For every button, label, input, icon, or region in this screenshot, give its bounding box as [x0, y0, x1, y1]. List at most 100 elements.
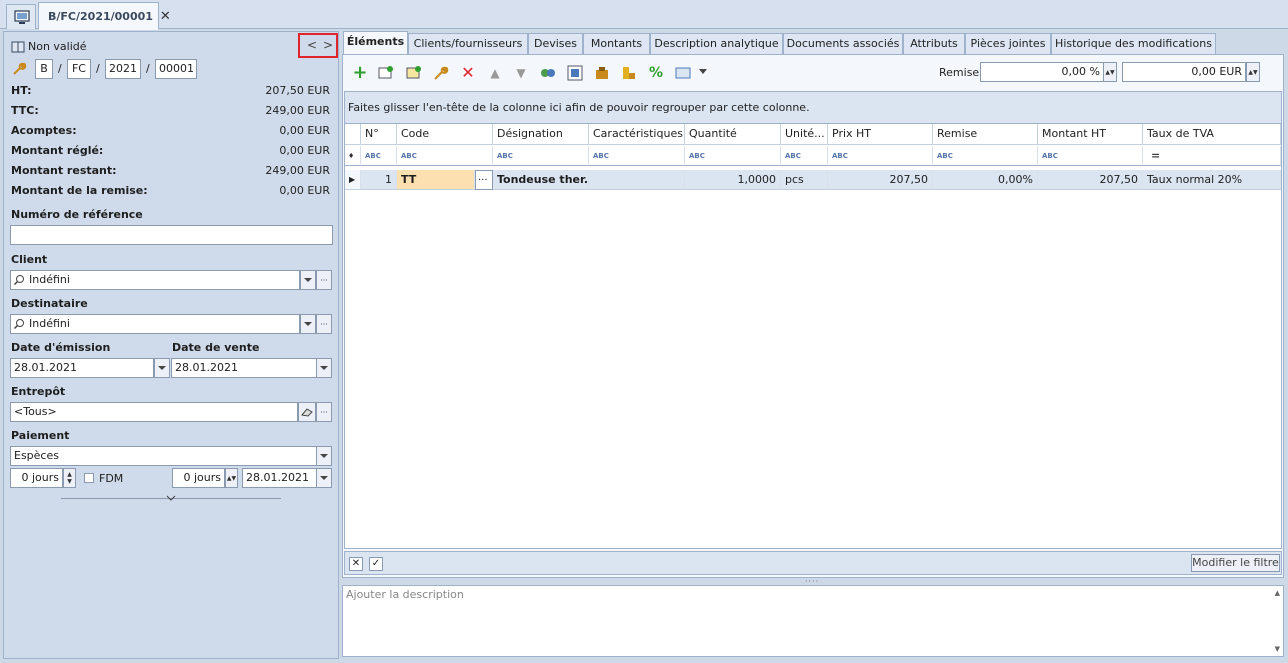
- due-date-dropdown[interactable]: [316, 468, 332, 488]
- client-combo[interactable]: Indéfini: [10, 270, 300, 290]
- wrench-icon[interactable]: [11, 61, 27, 77]
- due-days-spinner[interactable]: ▲▼: [225, 468, 238, 488]
- column-header-amount[interactable]: Montant HT: [1038, 124, 1143, 145]
- description-area[interactable]: Ajouter la description ▲ ▼: [342, 585, 1284, 657]
- row-unit[interactable]: pcs: [781, 170, 828, 190]
- filter-vat[interactable]: =: [1143, 146, 1281, 166]
- client-more-button[interactable]: ···: [316, 270, 332, 290]
- column-header-unit[interactable]: Unité...: [781, 124, 828, 145]
- filter-discount[interactable]: ABC: [933, 146, 1038, 166]
- move-up-icon[interactable]: ▲: [486, 64, 504, 82]
- tab-attachments[interactable]: Pièces jointes: [965, 33, 1051, 55]
- edit-icon[interactable]: [432, 64, 450, 82]
- tab-clients[interactable]: Clients/fournisseurs: [408, 33, 528, 55]
- row-vat[interactable]: Taux normal 20%: [1143, 170, 1281, 190]
- tab-elements[interactable]: Éléments: [343, 31, 408, 55]
- tab-currencies[interactable]: Devises: [528, 33, 583, 55]
- eraser-icon[interactable]: [298, 402, 316, 422]
- scroll-down-icon[interactable]: ▼: [1275, 645, 1280, 653]
- row-amount[interactable]: 207,50: [1038, 170, 1143, 190]
- row-quantity[interactable]: 1,0000: [685, 170, 781, 190]
- modify-filter-button[interactable]: Modifier le filtre: [1191, 554, 1280, 572]
- view-dropdown-icon[interactable]: [699, 69, 707, 75]
- due-days-input[interactable]: 0 jours: [172, 468, 225, 488]
- column-header-designation[interactable]: Désignation: [493, 124, 589, 145]
- sale-date-dropdown[interactable]: [316, 358, 332, 378]
- row-designation[interactable]: Tondeuse ther...: [493, 170, 589, 190]
- filter-amount[interactable]: ABC: [1038, 146, 1143, 166]
- clear-filter-icon[interactable]: ✕: [349, 557, 363, 571]
- chevron-down-icon[interactable]: [166, 494, 176, 502]
- filter-unit[interactable]: ABC: [781, 146, 828, 166]
- filter-characteristics[interactable]: ABC: [589, 146, 685, 166]
- row-discount[interactable]: 0,00%: [933, 170, 1038, 190]
- series-b-field[interactable]: B: [35, 59, 53, 79]
- column-header-quantity[interactable]: Quantité: [685, 124, 781, 145]
- warehouse-input[interactable]: <Tous>: [10, 402, 298, 422]
- link-icon[interactable]: [539, 64, 557, 82]
- payment-days-input[interactable]: 0 jours: [10, 468, 63, 488]
- issue-date-input[interactable]: 28.01.2021: [10, 358, 154, 378]
- add-multiple-icon[interactable]: [405, 64, 423, 82]
- remise-percent-input[interactable]: 0,00 %: [980, 62, 1104, 82]
- remise-percent-spinner[interactable]: ▲▼: [1103, 62, 1117, 82]
- payment-combo[interactable]: Espèces: [10, 446, 317, 466]
- group-by-area[interactable]: Faites glisser l'en-tête de la colonne i…: [345, 92, 1281, 124]
- column-header-discount[interactable]: Remise: [933, 124, 1038, 145]
- scroll-up-icon[interactable]: ▲: [1275, 589, 1280, 597]
- filter-code[interactable]: ABC: [397, 146, 493, 166]
- nav-next-button[interactable]: >: [323, 38, 333, 52]
- due-date-input[interactable]: 28.01.2021: [242, 468, 317, 488]
- filter-no[interactable]: ABC: [361, 146, 397, 166]
- tab-analytics[interactable]: Description analytique: [650, 33, 783, 55]
- column-header-price[interactable]: Prix HT: [828, 124, 933, 145]
- home-tab[interactable]: [6, 4, 36, 29]
- row-price[interactable]: 207,50: [828, 170, 933, 190]
- tab-history[interactable]: Historique des modifications: [1051, 33, 1216, 55]
- filter-price[interactable]: ABC: [828, 146, 933, 166]
- row-no[interactable]: 1: [361, 170, 397, 190]
- column-header-vat[interactable]: Taux de TVA: [1143, 124, 1281, 145]
- client-dropdown-button[interactable]: [300, 270, 316, 290]
- barcode-icon[interactable]: [566, 64, 584, 82]
- remise-amount-spinner[interactable]: ▲▼: [1246, 62, 1260, 82]
- days-spinner[interactable]: ▲ ▼: [63, 468, 76, 488]
- recipient-dropdown-button[interactable]: [300, 314, 316, 334]
- filter-designation[interactable]: ABC: [493, 146, 589, 166]
- row-characteristics[interactable]: [589, 170, 685, 190]
- document-tab[interactable]: B/FC/2021/00001 ✕: [38, 2, 171, 30]
- discount-icon[interactable]: %: [647, 64, 665, 82]
- add-from-list-icon[interactable]: [377, 64, 395, 82]
- payment-dropdown-button[interactable]: [316, 446, 332, 466]
- nav-prev-button[interactable]: <: [307, 38, 317, 52]
- tab-attributes[interactable]: Attributs: [903, 33, 965, 55]
- close-icon[interactable]: ✕: [160, 9, 171, 24]
- year-field[interactable]: 2021: [105, 59, 141, 79]
- series-fc-field[interactable]: FC: [67, 59, 91, 79]
- filter-quantity[interactable]: ABC: [685, 146, 781, 166]
- price-icon[interactable]: [620, 64, 638, 82]
- payment-label: Paiement: [11, 429, 70, 442]
- tab-amounts[interactable]: Montants: [583, 33, 650, 55]
- recipient-more-button[interactable]: ···: [316, 314, 332, 334]
- view-icon[interactable]: [674, 64, 692, 82]
- number-field[interactable]: 00001: [155, 59, 197, 79]
- row-code[interactable]: TT: [397, 170, 475, 190]
- delete-icon[interactable]: ✕: [459, 64, 477, 82]
- recipient-combo[interactable]: Indéfini: [10, 314, 300, 334]
- code-more-button[interactable]: ···: [475, 170, 493, 190]
- column-header-no[interactable]: N°: [361, 124, 397, 145]
- column-header-characteristics[interactable]: Caractéristiques: [589, 124, 685, 145]
- stock-icon[interactable]: [593, 64, 611, 82]
- issue-date-dropdown[interactable]: [154, 358, 170, 378]
- column-header-code[interactable]: Code: [397, 124, 493, 145]
- filter-checkbox[interactable]: ✓: [369, 557, 383, 571]
- tab-documents[interactable]: Documents associés: [783, 33, 903, 55]
- sale-date-input[interactable]: 28.01.2021: [171, 358, 317, 378]
- remise-amount-input[interactable]: 0,00 EUR: [1122, 62, 1246, 82]
- warehouse-more-button[interactable]: ···: [316, 402, 332, 422]
- fdm-checkbox[interactable]: [84, 473, 94, 483]
- move-down-icon[interactable]: ▼: [512, 64, 530, 82]
- add-icon[interactable]: +: [351, 64, 369, 82]
- reference-input[interactable]: [10, 225, 333, 245]
